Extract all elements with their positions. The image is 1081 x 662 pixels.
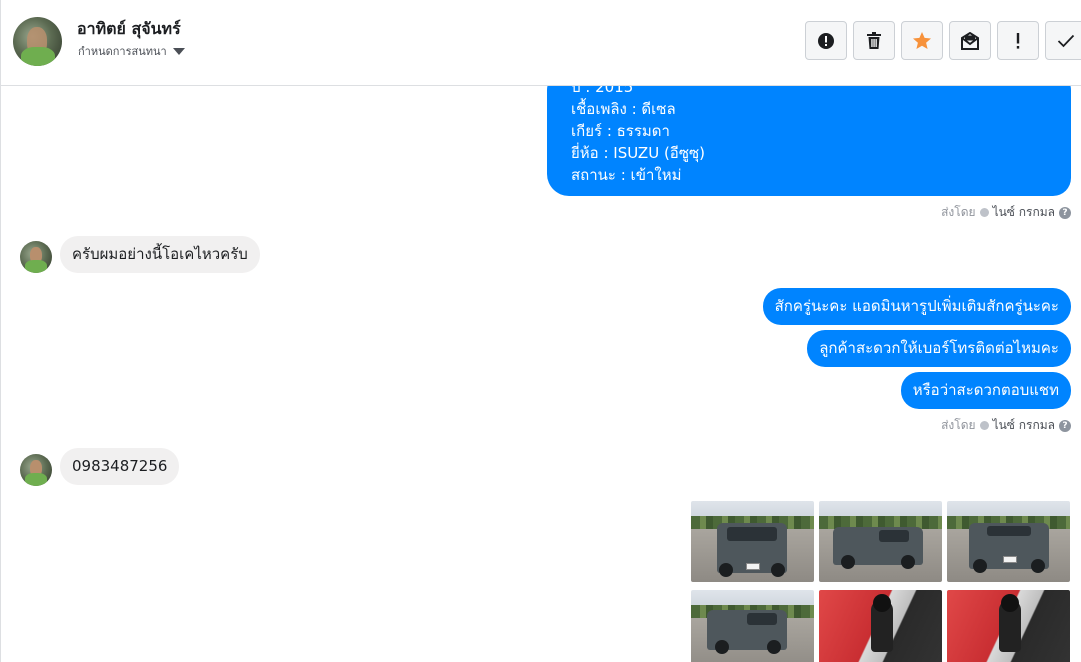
star-icon bbox=[912, 31, 932, 50]
sent-by-label: ส่งโดย bbox=[941, 418, 976, 432]
envelope-icon bbox=[960, 31, 980, 50]
check-icon bbox=[1057, 34, 1075, 48]
trash-icon bbox=[866, 31, 882, 50]
photo-gear-shift-interior[interactable] bbox=[819, 590, 942, 662]
photo-truck-rear-side[interactable] bbox=[819, 501, 942, 582]
help-icon[interactable]: ? bbox=[1059, 419, 1071, 432]
outgoing-listing-bubble[interactable]: ปี : 2015 เชื้อเพลิง : ดีเซล เกียร์ : ธร… bbox=[547, 86, 1071, 196]
delete-button[interactable] bbox=[853, 21, 895, 60]
outgoing-message-bubble[interactable]: ลูกค้าสะดวกให้เบอร์โทรติดต่อไหมคะ bbox=[807, 330, 1071, 367]
photo-truck-rear[interactable] bbox=[947, 501, 1070, 582]
sent-by-indicator: ส่งโดย ไนซ์ กรกมล ? bbox=[941, 203, 1071, 222]
exclamation-icon bbox=[1015, 32, 1021, 49]
listing-line: ปี : 2015 bbox=[571, 86, 634, 96]
conversation-header: อาทิตย์ สุจันทร์ กำหนดการสนทนา bbox=[1, 0, 1081, 86]
sent-check-icon bbox=[979, 421, 989, 430]
mark-done-button[interactable] bbox=[1045, 21, 1081, 60]
incoming-message-bubble[interactable]: ครับผมอย่างนี้โอเคไหวครับ bbox=[60, 236, 260, 273]
exclamation-circle-icon bbox=[817, 32, 835, 50]
photo-truck-side[interactable] bbox=[691, 590, 814, 662]
photo-gear-shift-interior[interactable] bbox=[947, 590, 1070, 662]
listing-line: ยี่ห้อ : ISUZU (อีซูซุ) bbox=[571, 144, 706, 162]
outgoing-message-bubble[interactable]: หรือว่าสะดวกตอบแชท bbox=[900, 372, 1071, 409]
sent-check-icon bbox=[979, 208, 989, 217]
contact-avatar-small[interactable] bbox=[20, 454, 52, 486]
photo-truck-front[interactable] bbox=[691, 501, 814, 582]
star-button[interactable] bbox=[901, 21, 943, 60]
help-icon[interactable]: ? bbox=[1059, 206, 1071, 219]
sender-name[interactable]: ไนซ์ กรกมล bbox=[993, 203, 1055, 222]
contact-name[interactable]: อาทิตย์ สุจันทร์ bbox=[77, 17, 181, 42]
listing-line: เชื้อเพลิง : ดีเซล bbox=[571, 100, 676, 118]
contact-avatar-small[interactable] bbox=[20, 241, 52, 273]
message-thread[interactable]: ปี : 2015 เชื้อเพลิง : ดีเซล เกียร์ : ธร… bbox=[1, 86, 1081, 662]
listing-line: เกียร์ : ธรรมดา bbox=[571, 122, 670, 140]
sender-name[interactable]: ไนซ์ กรกมล bbox=[993, 416, 1055, 435]
incoming-message-bubble[interactable]: 0983487256 bbox=[60, 448, 180, 485]
outgoing-message-bubble[interactable]: สักครู่นะคะ แอดมินหารูปเพิ่มเติมสักครู่น… bbox=[762, 288, 1071, 325]
caret-down-icon bbox=[172, 48, 185, 55]
spam-button[interactable] bbox=[997, 21, 1039, 60]
mark-unread-button[interactable] bbox=[949, 21, 991, 60]
messenger-conversation: อาทิตย์ สุจันทร์ กำหนดการสนทนา ปี: 2015… bbox=[0, 0, 1081, 662]
sent-by-label: ส่งโดย bbox=[941, 205, 976, 219]
conversation-setting-label: กำหนดการสนทนา bbox=[78, 45, 167, 58]
contact-avatar[interactable] bbox=[13, 17, 62, 66]
sent-by-indicator: ส่งโดย ไนซ์ กรกมล ? bbox=[941, 416, 1071, 435]
report-button[interactable] bbox=[805, 21, 847, 60]
action-toolbar bbox=[805, 21, 1081, 60]
conversation-setting-dropdown[interactable]: กำหนดการสนทนา bbox=[78, 42, 185, 60]
listing-line: สถานะ : เข้าใหม่ bbox=[571, 166, 682, 184]
